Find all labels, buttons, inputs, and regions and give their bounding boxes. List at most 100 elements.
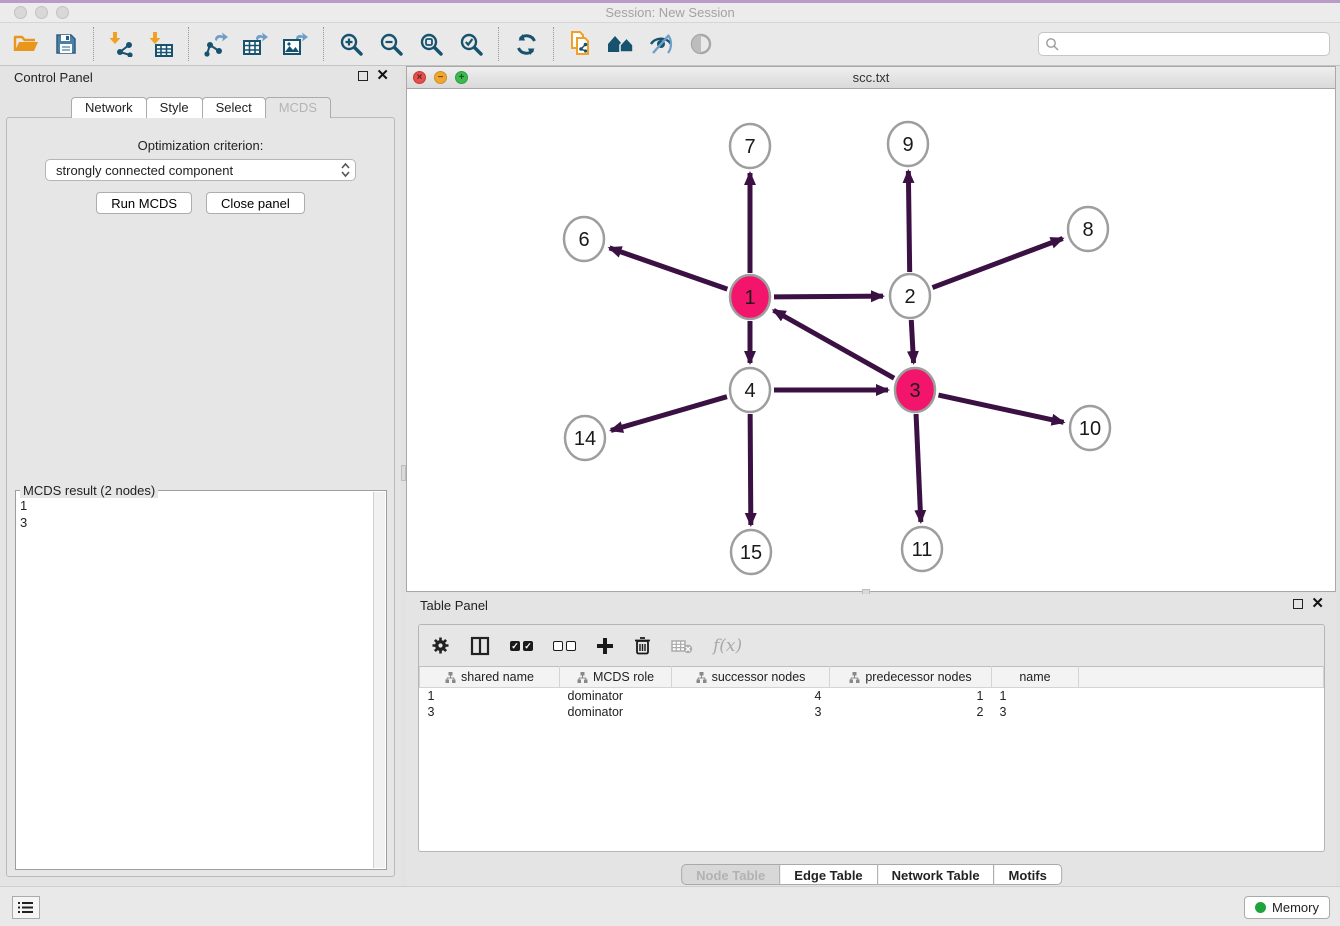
show-eye-icon-disabled [688, 31, 714, 57]
search-field[interactable] [1064, 37, 1323, 52]
close-table-panel-icon[interactable]: ✕ [1311, 599, 1324, 609]
close-panel-button[interactable]: Close panel [206, 192, 305, 214]
run-mcds-button[interactable]: Run MCDS [96, 192, 192, 214]
window-title: Session: New Session [0, 5, 1340, 20]
tab-style[interactable]: Style [146, 97, 203, 118]
graph-node-14[interactable]: 14 [565, 416, 605, 460]
attribute-type-icon [849, 672, 860, 683]
search-input[interactable] [1038, 32, 1330, 56]
close-panel-icon[interactable]: ✕ [376, 71, 389, 81]
duplicate-network-button[interactable] [561, 25, 601, 63]
show-all-button[interactable] [681, 25, 721, 63]
refresh-icon [514, 32, 539, 57]
column-header-shared-name[interactable]: shared name [420, 667, 560, 688]
float-table-panel-icon[interactable] [1293, 599, 1303, 609]
cell-predecessor-nodes[interactable]: 2 [830, 704, 992, 720]
toolbar-separator [188, 27, 189, 61]
tab-motifs[interactable]: Motifs [994, 864, 1062, 885]
graph-edge-3-10[interactable] [938, 395, 1063, 422]
create-column-button[interactable] [596, 637, 614, 655]
column-header-name[interactable]: name [992, 667, 1079, 688]
cell-name[interactable]: 1 [992, 688, 1079, 704]
duplicate-network-icon [568, 30, 594, 58]
zoom-in-button[interactable] [331, 25, 371, 63]
graph-edge-1-6[interactable] [609, 248, 727, 289]
save-session-button[interactable] [46, 25, 86, 63]
export-image-button[interactable] [276, 25, 316, 63]
cell-shared-name[interactable]: 3 [420, 704, 560, 720]
cell-shared-name[interactable]: 1 [420, 688, 560, 704]
first-neighbors-button[interactable] [601, 25, 641, 63]
memory-button[interactable]: Memory [1244, 896, 1330, 919]
network-window-titlebar[interactable]: × − + scc.txt [407, 67, 1335, 89]
zoom-selected-button[interactable] [451, 25, 491, 63]
cell-successor-nodes[interactable]: 3 [672, 704, 830, 720]
graph-node-9[interactable]: 9 [888, 122, 928, 166]
zoom-fit-button[interactable] [411, 25, 451, 63]
column-header-predecessor-nodes[interactable]: predecessor nodes [830, 667, 992, 688]
column-header-successor-nodes[interactable]: successor nodes [672, 667, 830, 688]
delete-columns-button[interactable] [634, 636, 651, 655]
zoom-out-button[interactable] [371, 25, 411, 63]
select-all-columns-button[interactable]: ✓ ✓ [510, 641, 533, 651]
export-network-icon [203, 31, 229, 57]
cell-name[interactable]: 3 [992, 704, 1079, 720]
graph-node-11[interactable]: 11 [902, 527, 942, 571]
graph-node-10[interactable]: 10 [1070, 406, 1110, 450]
cell-mcds-role[interactable]: dominator [560, 688, 672, 704]
graph-edge-4-15[interactable] [750, 414, 751, 525]
open-session-button[interactable] [6, 25, 46, 63]
graph-node-15[interactable]: 15 [731, 530, 771, 574]
delete-table-button-disabled [671, 638, 693, 654]
graph-edge-3-11[interactable] [916, 414, 921, 522]
import-network-button[interactable] [101, 25, 141, 63]
save-icon [54, 32, 78, 56]
vertical-splitter-handle[interactable] [401, 465, 406, 481]
graph-edge-4-14[interactable] [611, 397, 727, 431]
graph-node-8[interactable]: 8 [1068, 207, 1108, 251]
refresh-view-button[interactable] [506, 25, 546, 63]
tab-network[interactable]: Network [71, 97, 147, 118]
graph-edge-2-8[interactable] [932, 239, 1062, 288]
graph-node-6[interactable]: 6 [564, 217, 604, 261]
float-panel-icon[interactable] [358, 71, 368, 81]
svg-text:7: 7 [744, 136, 755, 158]
graph-node-1[interactable]: 1 [730, 275, 770, 319]
tab-network-table[interactable]: Network Table [877, 864, 995, 885]
export-network-button[interactable] [196, 25, 236, 63]
tab-edge-table[interactable]: Edge Table [779, 864, 877, 885]
show-panels-button[interactable] [12, 896, 40, 919]
tab-mcds[interactable]: MCDS [265, 97, 331, 118]
import-table-button[interactable] [141, 25, 181, 63]
cell-successor-nodes[interactable]: 4 [672, 688, 830, 704]
graph-node-3[interactable]: 3 [895, 368, 935, 412]
graph-edge-3-1[interactable] [774, 310, 895, 378]
network-canvas[interactable]: 1 2 3 4 6 7 8 9 10 11 14 15 [407, 89, 1335, 591]
svg-text:10: 10 [1079, 418, 1101, 440]
optimization-criterion-select[interactable]: strongly connected component [45, 159, 356, 181]
table-options-button[interactable] [431, 636, 450, 655]
graph-node-2[interactable]: 2 [890, 274, 930, 318]
tab-node-table[interactable]: Node Table [681, 864, 780, 885]
table-row[interactable]: 3 dominator 3 2 3 [420, 704, 1324, 720]
deselect-all-columns-button[interactable] [553, 641, 576, 651]
graph-edge-1-2[interactable] [774, 296, 883, 297]
cell-mcds-role[interactable]: dominator [560, 704, 672, 720]
columns-icon [470, 636, 490, 656]
graph-node-4[interactable]: 4 [730, 368, 770, 412]
hide-selected-button[interactable] [641, 25, 681, 63]
tab-select[interactable]: Select [202, 97, 266, 118]
select-chevrons-icon [341, 162, 350, 178]
show-columns-button[interactable] [470, 636, 490, 656]
node-table-container: ✓ ✓ [418, 624, 1325, 852]
graph-edge-2-9[interactable] [908, 171, 909, 272]
table-row[interactable]: 1 dominator 4 1 1 [420, 688, 1324, 704]
graph-edge-2-3[interactable] [911, 320, 913, 363]
result-scrollbar[interactable] [373, 492, 385, 868]
mcds-result-text: 1 3 [20, 497, 372, 867]
export-table-button[interactable] [236, 25, 276, 63]
cell-predecessor-nodes[interactable]: 1 [830, 688, 992, 704]
column-header-mcds-role[interactable]: MCDS role [560, 667, 672, 688]
status-bar: Memory [0, 886, 1340, 926]
graph-node-7[interactable]: 7 [730, 124, 770, 168]
